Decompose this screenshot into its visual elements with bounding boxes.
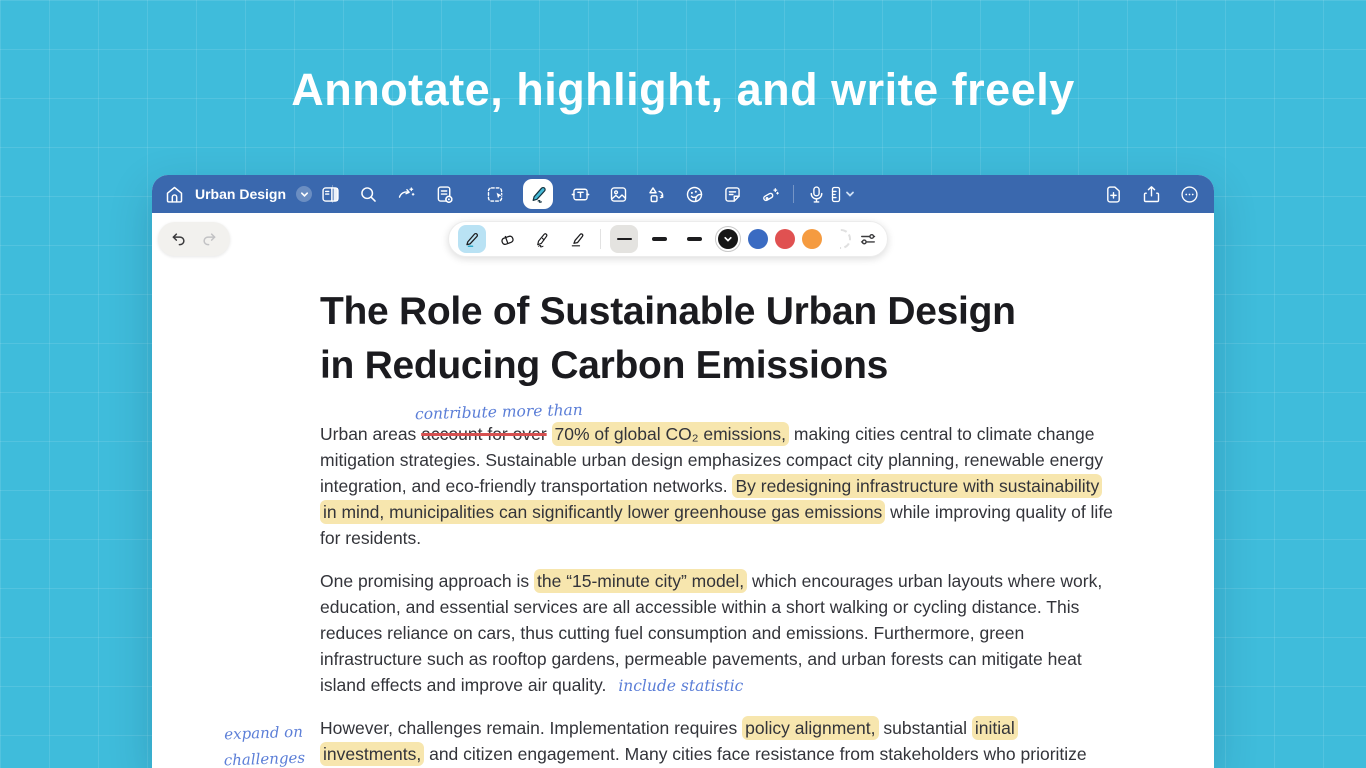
app-window: Urban Design xyxy=(152,175,1214,768)
text-segment-plain: One promising approach is xyxy=(320,571,534,591)
color-orange-swatch[interactable] xyxy=(802,229,822,249)
note-tool-icon[interactable] xyxy=(722,184,743,205)
document-title-line2: in Reducing Carbon Emissions xyxy=(320,339,1120,393)
margin-note-line2: challenges xyxy=(214,744,315,768)
text-tool-icon[interactable] xyxy=(570,184,591,205)
stroke-medium-option[interactable] xyxy=(645,225,673,253)
margin-note-line1: expand on xyxy=(213,718,314,747)
text-segment-annotation: include statistic xyxy=(606,677,743,695)
more-icon[interactable] xyxy=(1179,184,1200,205)
navbar: Urban Design xyxy=(152,175,1214,213)
redo-button[interactable] xyxy=(200,230,218,248)
stroke-thin-option[interactable] xyxy=(610,225,638,253)
stroke-thick-option[interactable] xyxy=(680,225,708,253)
document-title: The Role of Sustainable Urban Design in … xyxy=(320,285,1120,393)
pen-options-toolbar xyxy=(448,221,888,257)
text-segment-plain: and citizen engagement. Many cities face… xyxy=(424,744,1086,764)
laser-pointer-icon[interactable] xyxy=(760,184,781,205)
text-segment-plain: Urban areas xyxy=(320,424,421,444)
stroke-settings-icon[interactable] xyxy=(858,229,878,249)
sidebar-icon[interactable] xyxy=(320,184,341,205)
chevron-down-icon xyxy=(300,190,309,199)
lasso-icon[interactable] xyxy=(485,184,506,205)
color-red-swatch[interactable] xyxy=(775,229,795,249)
shapes-tool-icon[interactable] xyxy=(646,184,667,205)
home-icon[interactable] xyxy=(164,184,185,205)
text-segment-plain: However, challenges remain. Implementati… xyxy=(320,718,742,738)
undo-button[interactable] xyxy=(170,230,188,248)
toolbar-divider xyxy=(600,229,601,249)
audio-tools-button[interactable] xyxy=(806,184,855,205)
page-template-icon[interactable] xyxy=(434,184,455,205)
text-segment-highlight: the “15-minute city” model, xyxy=(534,569,747,593)
text-segment-strike: account for over xyxy=(421,424,546,444)
navbar-left: Urban Design xyxy=(164,175,343,213)
history-pill xyxy=(158,222,230,256)
pen-tool-active[interactable] xyxy=(523,179,553,209)
navbar-right xyxy=(1103,175,1200,213)
image-tool-icon[interactable] xyxy=(608,184,629,205)
search-icon[interactable] xyxy=(358,184,379,205)
text-segment-highlight: policy alignment, xyxy=(742,716,878,740)
notebook-title-dropdown[interactable] xyxy=(296,186,312,202)
paragraph-3-text: However, challenges remain. Implementati… xyxy=(320,716,1087,766)
pen-icon xyxy=(528,184,549,205)
color-black-selected[interactable] xyxy=(715,226,741,252)
highlighter-option[interactable] xyxy=(563,225,591,253)
handwritten-margin-note: expand on challenges xyxy=(213,718,315,768)
paragraph-1-text: Urban areas account for over 70% of glob… xyxy=(320,422,1113,548)
ai-sparkle-icon[interactable] xyxy=(396,184,417,205)
chevron-down-icon xyxy=(845,189,855,199)
fountain-pen-option[interactable] xyxy=(528,225,556,253)
text-segment-plain: substantial xyxy=(879,718,972,738)
text-segment-plain xyxy=(547,424,552,444)
ruler-icon xyxy=(830,184,842,205)
hero-title: Annotate, highlight, and write freely xyxy=(0,64,1366,116)
eraser-option[interactable] xyxy=(493,225,521,253)
notebook-title[interactable]: Urban Design xyxy=(195,186,286,202)
add-page-icon[interactable] xyxy=(1103,184,1124,205)
handwritten-annotation-contribute: contribute more than xyxy=(415,397,583,427)
partial-color-icon[interactable] xyxy=(831,229,851,249)
paragraph-2-text: One promising approach is the “15-minute… xyxy=(320,571,1102,695)
microphone-icon xyxy=(806,184,827,205)
share-icon[interactable] xyxy=(1141,184,1162,205)
pen-option[interactable] xyxy=(458,225,486,253)
navbar-tools xyxy=(320,175,855,213)
color-blue-swatch[interactable] xyxy=(748,229,768,249)
text-segment-highlight: 70% of global CO₂ emissions, xyxy=(552,422,789,446)
paragraph-3: However, challenges remain. Implementati… xyxy=(320,715,1116,767)
paragraph-2: One promising approach is the “15-minute… xyxy=(320,568,1116,699)
paragraph-1: contribute more than Urban areas account… xyxy=(320,421,1116,551)
sticker-tool-icon[interactable] xyxy=(684,184,705,205)
chevron-down-icon xyxy=(723,234,733,244)
document-title-line1: The Role of Sustainable Urban Design xyxy=(320,285,1120,339)
